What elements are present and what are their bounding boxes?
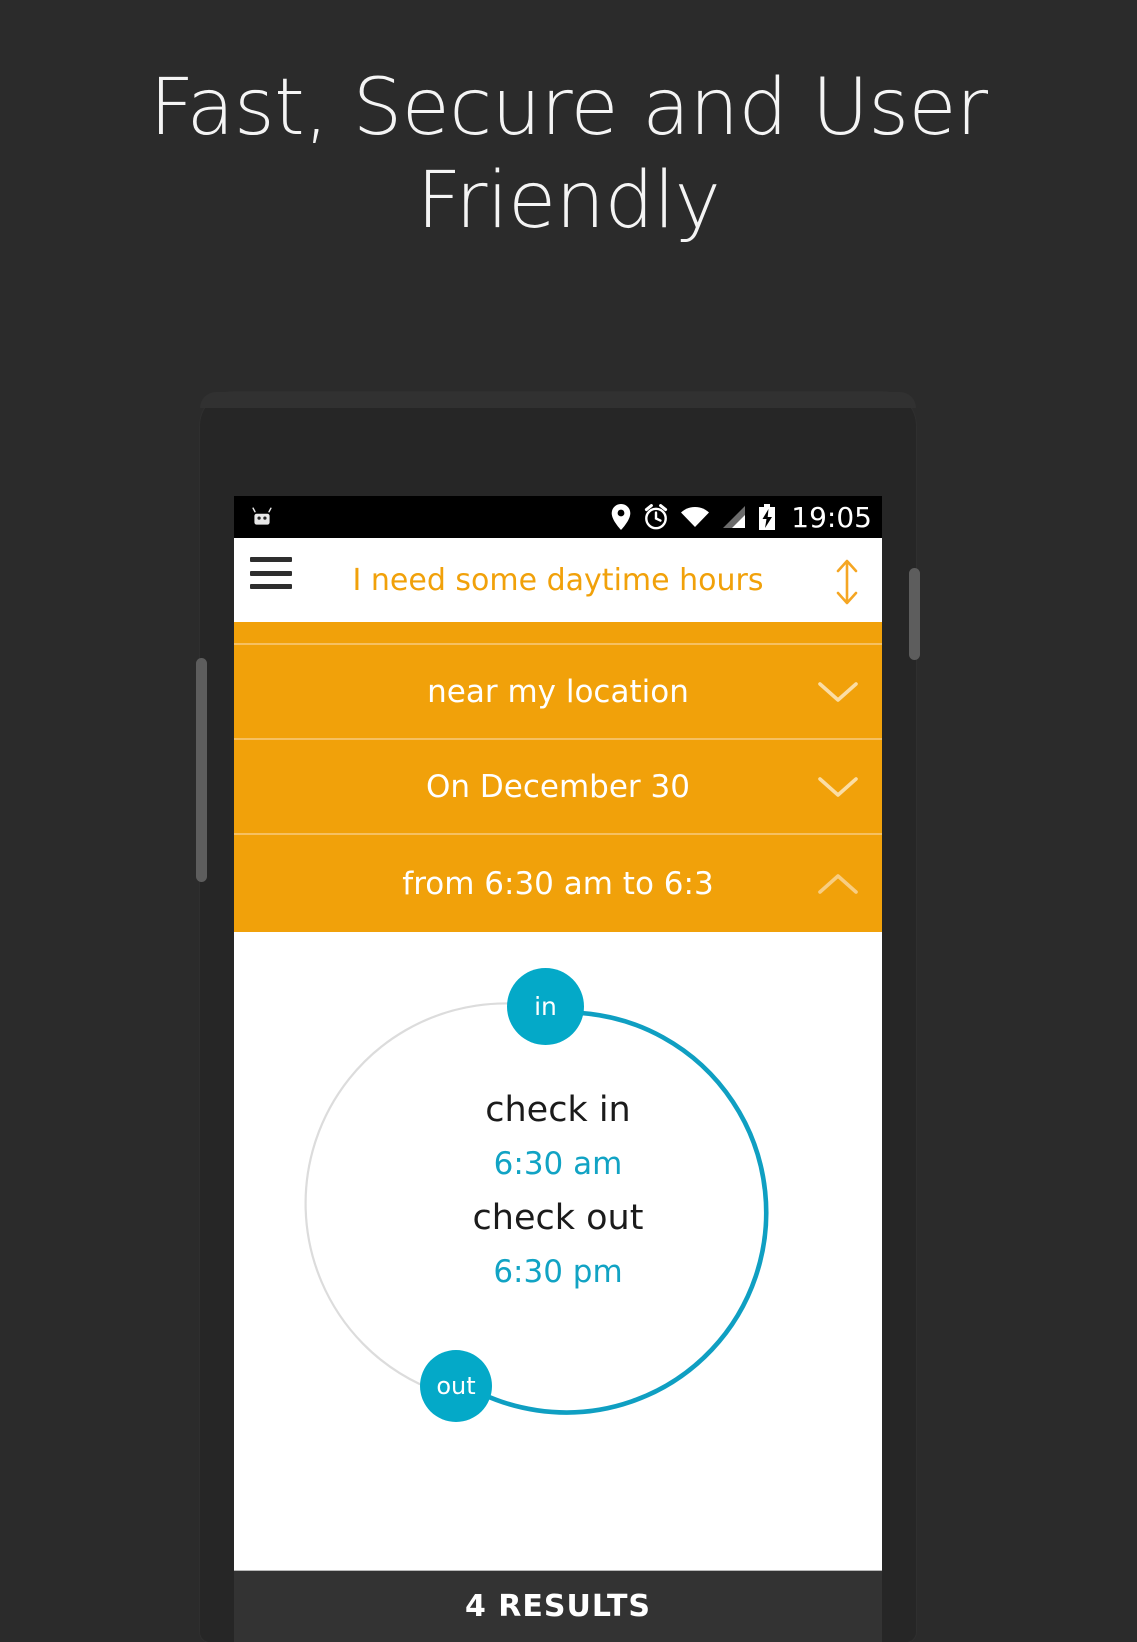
app-bar-title: I need some daytime hours bbox=[352, 562, 764, 598]
time-range-picker[interactable]: in out check in 6:30 am check out 6:30 p… bbox=[234, 932, 882, 1488]
check-out-handle-label: out bbox=[436, 1372, 476, 1400]
cell-signal-icon bbox=[723, 506, 746, 528]
vertical-double-arrow-icon[interactable] bbox=[830, 558, 864, 606]
phone-top-bezel bbox=[200, 392, 916, 408]
phone-mockup: 19:05 I need some daytime hours near my … bbox=[196, 392, 920, 1642]
check-in-label: check in bbox=[485, 1090, 631, 1130]
chevron-up-icon[interactable] bbox=[816, 871, 860, 897]
results-bar[interactable]: 4 RESULTS bbox=[234, 1570, 882, 1642]
filter-label-location: near my location bbox=[427, 673, 689, 710]
location-pin-icon bbox=[611, 504, 631, 530]
power-button[interactable] bbox=[909, 568, 920, 660]
filter-row-date[interactable]: On December 30 bbox=[234, 740, 882, 835]
filter-label-date: On December 30 bbox=[426, 768, 690, 805]
filter-row-partial[interactable] bbox=[234, 622, 882, 645]
status-clock: 19:05 bbox=[791, 500, 872, 534]
page-title: Fast, Secure and User Friendly bbox=[149, 63, 988, 246]
check-out-label: check out bbox=[472, 1198, 644, 1238]
alarm-clock-icon bbox=[645, 504, 668, 530]
filter-label-time: from 6:30 am to 6:3 bbox=[402, 865, 714, 902]
filter-list: near my location On December 30 from 6:3… bbox=[234, 622, 882, 932]
time-summary: check in 6:30 am check out 6:30 pm bbox=[234, 1084, 882, 1300]
hamburger-menu-icon[interactable] bbox=[250, 557, 292, 589]
check-in-time[interactable]: 6:30 am bbox=[234, 1136, 882, 1192]
filter-row-time[interactable]: from 6:30 am to 6:3 bbox=[234, 835, 882, 932]
check-in-handle-label: in bbox=[534, 992, 557, 1021]
volume-button[interactable] bbox=[196, 658, 207, 882]
check-in-handle[interactable]: in bbox=[507, 968, 584, 1045]
chevron-down-icon[interactable] bbox=[816, 774, 860, 800]
wifi-icon bbox=[681, 507, 710, 527]
check-out-handle[interactable]: out bbox=[420, 1350, 492, 1422]
chevron-down-icon[interactable] bbox=[816, 679, 860, 705]
android-robot-icon bbox=[252, 507, 272, 525]
phone-screen: 19:05 I need some daytime hours near my … bbox=[234, 496, 882, 1642]
filter-row-location[interactable]: near my location bbox=[234, 645, 882, 740]
status-icons: 19:05 bbox=[610, 501, 872, 534]
app-bar: I need some daytime hours bbox=[234, 538, 882, 622]
results-count-label: 4 RESULTS bbox=[464, 1589, 652, 1624]
battery-charging-icon bbox=[759, 503, 776, 530]
status-bar: 19:05 bbox=[234, 496, 882, 538]
check-out-time[interactable]: 6:30 pm bbox=[234, 1244, 882, 1300]
